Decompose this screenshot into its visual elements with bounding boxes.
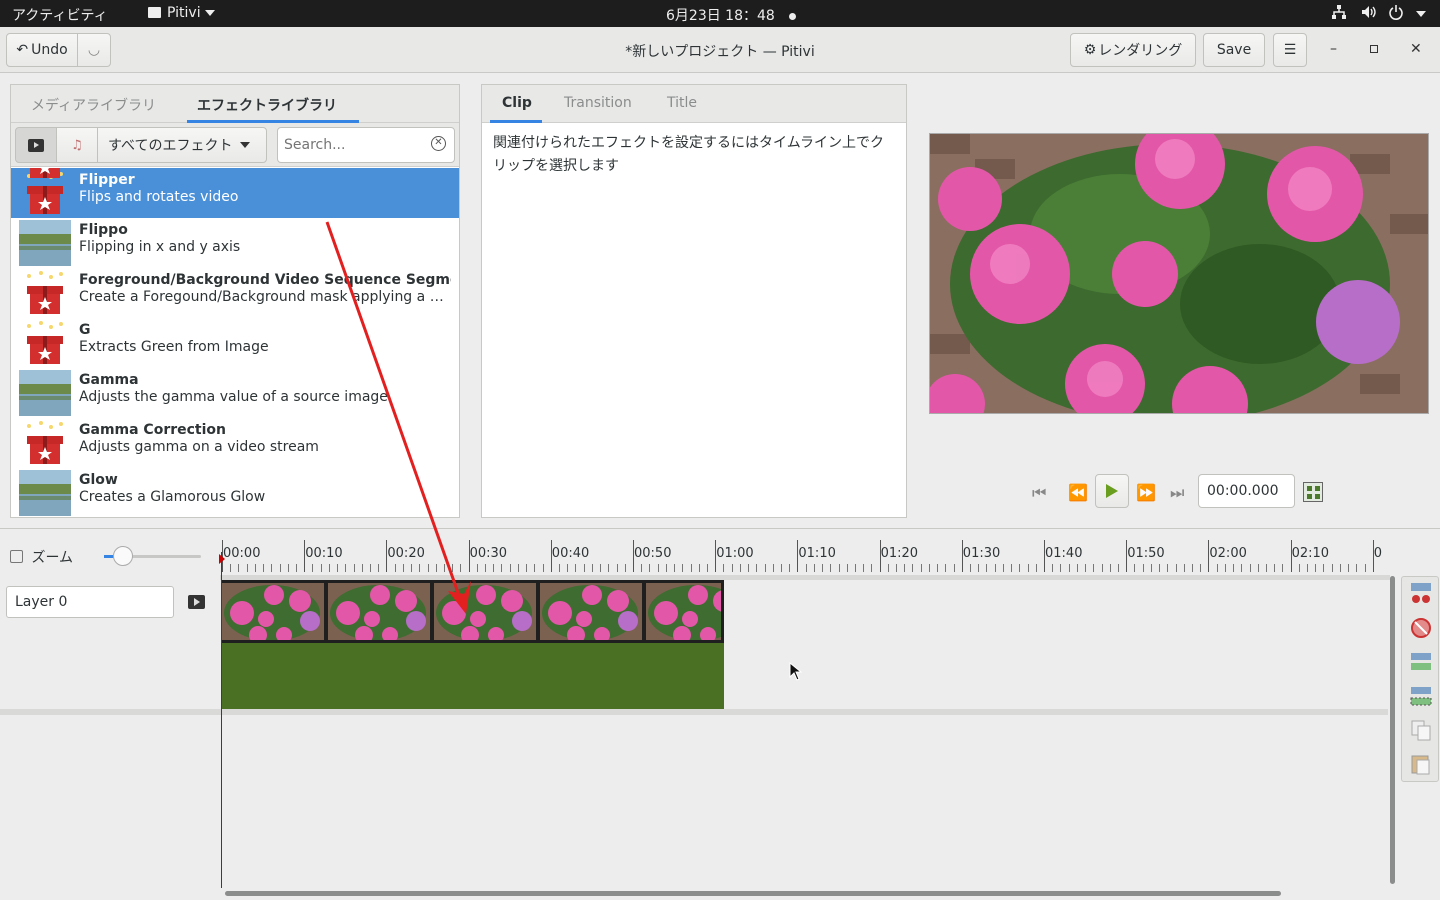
mouse-cursor-icon [789,662,803,681]
drag-annotation-arrow [325,221,471,614]
